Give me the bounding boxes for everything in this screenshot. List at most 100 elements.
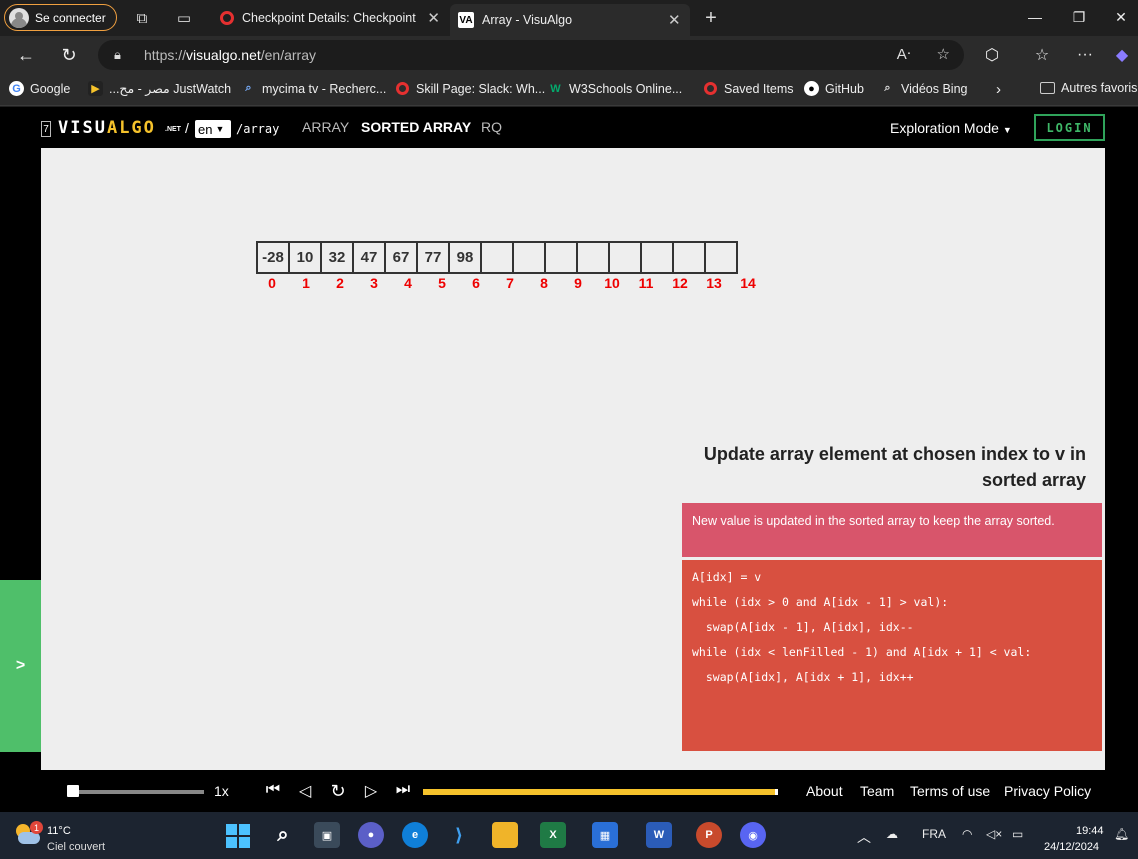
bookmark-label: ...مصر - مح JustWatch bbox=[109, 82, 232, 96]
sky-condition: Ciel couvert bbox=[47, 841, 106, 853]
notifications-bell-icon[interactable]: 🔔︎ bbox=[1114, 827, 1129, 841]
teams-icon[interactable]: ● bbox=[358, 822, 384, 848]
tab-visualgo[interactable]: VA Array - VisuAlgo ✕ bbox=[450, 4, 690, 36]
extensions-icon[interactable]: ⬡ bbox=[980, 43, 1004, 67]
weather-widget[interactable]: 1 bbox=[14, 821, 43, 848]
logo[interactable]: VISUALGO bbox=[58, 118, 156, 138]
array-cell bbox=[576, 241, 610, 274]
bookmark-label: Saved Items bbox=[724, 81, 794, 96]
bookmark-w3schools[interactable]: W W3Schools Online... bbox=[548, 81, 682, 96]
footer-link-privacy[interactable]: Privacy Policy bbox=[1004, 783, 1091, 799]
mode-dropdown[interactable]: Exploration Mode ▼ bbox=[890, 120, 1012, 136]
go-to-start-icon[interactable]: ⏮ bbox=[263, 781, 283, 799]
read-aloud-icon[interactable]: Aᐧ bbox=[897, 45, 911, 63]
opera-icon bbox=[395, 81, 410, 96]
profile-button[interactable]: Se connecter bbox=[4, 4, 117, 31]
speed-slider-thumb[interactable] bbox=[67, 785, 79, 797]
tab-checkpoint[interactable]: Checkpoint Details: Checkpoint D ✕ bbox=[212, 4, 448, 32]
footer-link-about[interactable]: About bbox=[806, 783, 843, 799]
array-index-label: 9 bbox=[574, 275, 582, 291]
battery-icon[interactable]: ▭ bbox=[1012, 827, 1023, 841]
array-cell bbox=[480, 241, 514, 274]
bookmark-justwatch[interactable]: ▶ ...مصر - مح JustWatch bbox=[88, 81, 231, 96]
clock-time[interactable]: 19:44 bbox=[1076, 825, 1104, 837]
bookmark-github[interactable]: ● GitHub bbox=[804, 81, 864, 96]
refresh-icon[interactable]: ↻ bbox=[57, 43, 81, 67]
file-explorer-icon[interactable] bbox=[492, 822, 518, 848]
array-cell: 10 bbox=[288, 241, 322, 274]
restore-icon[interactable]: ❐ bbox=[1064, 6, 1094, 28]
tray-overflow-icon[interactable]: ︿ bbox=[857, 827, 871, 847]
bookmarks-overflow-icon[interactable]: › bbox=[996, 81, 1001, 98]
word-icon[interactable]: W bbox=[646, 822, 672, 848]
back-icon[interactable]: ← bbox=[14, 43, 38, 67]
progress-thumb[interactable] bbox=[775, 789, 778, 795]
array-cell bbox=[512, 241, 546, 274]
url-prefix: https:// bbox=[144, 47, 187, 63]
favorites-icon[interactable]: ☆ bbox=[1030, 43, 1054, 67]
bookmark-label: GitHub bbox=[825, 81, 864, 96]
clock-date[interactable]: 24/12/2024 bbox=[1044, 841, 1099, 853]
visualization-area: -28 10 32 47 67 77 98 0 1 2 3 4 5 6 7 8 9 10 11 12 13 14 Upd… bbox=[41, 148, 1138, 770]
bookmark-videos-bing[interactable]: ⌕ Vidéos Bing bbox=[880, 81, 968, 96]
bookmark-saved-items[interactable]: Saved Items bbox=[703, 81, 793, 96]
task-view-icon[interactable]: ▣ bbox=[314, 822, 340, 848]
array-index-label: 11 bbox=[638, 275, 654, 291]
language-select[interactable]: en ▼ bbox=[195, 120, 231, 138]
replay-icon[interactable]: ↻ bbox=[328, 781, 348, 802]
search-icon[interactable]: ⌕ bbox=[270, 822, 296, 848]
bookmark-other-favorites[interactable]: Autres favoris bbox=[1040, 81, 1137, 95]
nav-sorted-array[interactable]: SORTED ARRAY bbox=[361, 119, 471, 135]
more-icon[interactable]: ··· bbox=[1073, 43, 1097, 67]
array-index-label: 1 bbox=[302, 275, 310, 291]
bookmark-skill-page[interactable]: Skill Page: Slack: Wh... bbox=[395, 81, 545, 96]
array-index-label: 2 bbox=[336, 275, 344, 291]
language-value: en bbox=[198, 121, 213, 137]
discord-icon[interactable]: ◉ bbox=[740, 822, 766, 848]
logo-part2: ALGO bbox=[106, 118, 156, 138]
step-backward-icon[interactable]: ◁ bbox=[295, 781, 315, 801]
store-icon[interactable]: ▦ bbox=[592, 822, 618, 848]
progress-bar[interactable] bbox=[423, 789, 778, 795]
close-tab-icon[interactable]: ✕ bbox=[427, 9, 440, 27]
login-button[interactable]: LOGIN bbox=[1034, 114, 1105, 141]
open-actions-panel-button[interactable]: > bbox=[0, 580, 41, 752]
footer-link-terms[interactable]: Terms of use bbox=[910, 783, 990, 799]
bookmark-label: Vidéos Bing bbox=[901, 81, 968, 96]
tab-actions-icon[interactable]: ▭ bbox=[174, 8, 194, 28]
go-to-end-icon[interactable]: ⏭ bbox=[393, 781, 413, 799]
edge-icon[interactable]: e bbox=[402, 822, 428, 848]
step-forward-icon[interactable]: ▷ bbox=[361, 781, 381, 801]
excel-icon[interactable]: X bbox=[540, 822, 566, 848]
bookmark-mycima[interactable]: ⌕ mycima tv - Recherc... bbox=[241, 81, 386, 96]
nav-rq[interactable]: RQ bbox=[481, 119, 502, 135]
powerpoint-icon[interactable]: P bbox=[696, 822, 722, 848]
new-tab-icon[interactable]: + bbox=[701, 7, 721, 29]
workspaces-icon[interactable]: ⧉ bbox=[132, 8, 152, 28]
pseudocode-box: A[idx] = v while (idx > 0 and A[idx - 1]… bbox=[682, 560, 1102, 751]
volume-muted-icon[interactable]: ◁× bbox=[986, 827, 1002, 841]
bookmark-google[interactable]: G Google bbox=[9, 81, 70, 96]
speed-slider-track[interactable] bbox=[67, 790, 204, 794]
favorite-star-icon[interactable]: ☆ bbox=[937, 45, 950, 63]
close-tab-icon[interactable]: ✕ bbox=[668, 11, 681, 29]
array-index-label: 5 bbox=[438, 275, 446, 291]
temperature: 11°C bbox=[47, 825, 71, 837]
nav-array[interactable]: ARRAY bbox=[302, 119, 349, 135]
chevron-down-icon: ▼ bbox=[215, 124, 225, 134]
input-language[interactable]: FRA bbox=[922, 827, 946, 841]
footer-link-team[interactable]: Team bbox=[860, 783, 894, 799]
url-input[interactable]: 🔒︎ https://visualgo.net/en/array Aᐧ ☆ bbox=[98, 40, 964, 70]
close-window-icon[interactable]: ✕ bbox=[1106, 6, 1136, 28]
opera-icon bbox=[703, 81, 718, 96]
vscode-icon[interactable]: ⟩ bbox=[446, 822, 472, 848]
copilot-icon[interactable]: ◆ bbox=[1110, 43, 1134, 67]
array-index-label: 14 bbox=[740, 275, 756, 291]
array-index-label: 4 bbox=[404, 275, 412, 291]
windows-start-icon[interactable] bbox=[226, 824, 250, 848]
cloud-sync-icon[interactable]: ☁ bbox=[886, 827, 898, 841]
wifi-icon[interactable]: ◠ bbox=[962, 827, 972, 841]
array-index-label: 3 bbox=[370, 275, 378, 291]
status-message: New value is updated in the sorted array… bbox=[682, 503, 1102, 557]
minimize-icon[interactable]: — bbox=[1020, 6, 1050, 28]
